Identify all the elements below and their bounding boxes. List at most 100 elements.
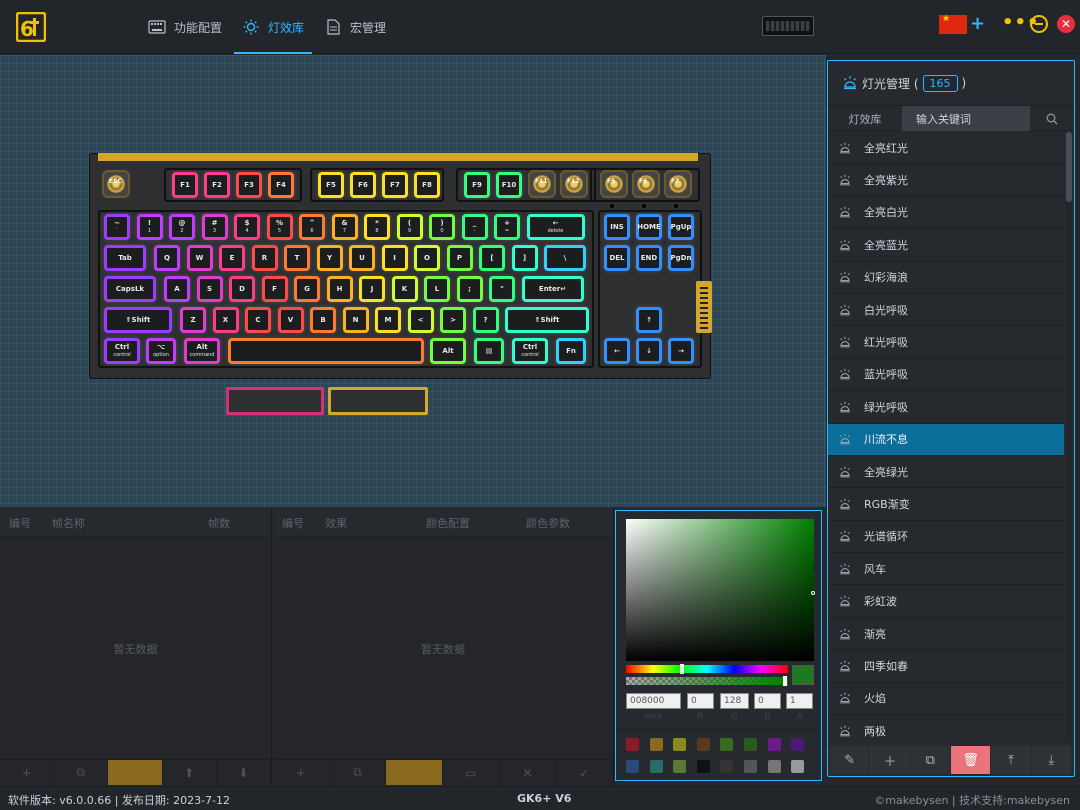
keyboard-key[interactable]: F2 [204,172,230,198]
color-swatch[interactable] [696,738,710,751]
color-swatch[interactable] [720,760,734,773]
close-icon[interactable]: ✕ [1057,15,1075,33]
keyboard-key[interactable]: K [391,276,418,302]
keyboard-key[interactable]: G [294,276,320,302]
hue-slider[interactable] [626,665,788,673]
clear-effect-step-button[interactable]: ✕ [500,760,557,785]
keyboard-key[interactable]: _ - [461,214,488,240]
copy-effect-button[interactable]: ⧉ [910,746,950,774]
download-effect-button[interactable]: ⤓ [1031,746,1071,774]
keyboard-key[interactable]: Q [154,245,180,271]
color-swatch[interactable] [696,760,710,773]
keyboard-key[interactable]: HOME [636,214,662,240]
effect-list-item[interactable]: 四季如春 [828,650,1064,683]
keyboard-key[interactable]: C [245,307,271,333]
keyboard-key[interactable]: ← delete [526,214,585,240]
keyboard-key[interactable]: F5 [318,172,344,198]
keyboard-key[interactable]: ↑ [636,307,662,333]
keyboard-key[interactable]: R [251,245,278,271]
color-swatch[interactable] [791,760,805,773]
keyboard-key[interactable]: Alt [430,338,466,364]
effect-list-item[interactable]: 白光呼吸 [828,294,1064,327]
effect-list-item[interactable]: 渐亮 [828,618,1064,651]
effect-list-item[interactable]: 绿光呼吸 [828,391,1064,424]
keyboard-key[interactable]: ← [604,338,630,364]
keyboard-key[interactable]: Ctrl control [104,338,140,364]
saturation-value-area[interactable] [626,519,814,661]
color-swatch[interactable] [744,738,757,751]
keyboard-key[interactable]: ; [456,276,483,302]
color-swatch[interactable] [744,760,757,773]
extra-key-2[interactable] [328,387,428,415]
keyboard-key[interactable]: END [636,245,662,271]
color-swatch[interactable] [626,760,639,773]
effect-list-item[interactable]: 风车 [828,553,1064,586]
extra-key-1[interactable] [226,387,324,415]
keyboard-key[interactable]: U [349,245,375,271]
keyboard-key[interactable]: > [440,307,466,333]
tab-effect-library[interactable]: 灯效库 [828,106,902,131]
preview-effect-step-button[interactable]: ▭ [443,760,500,785]
effect-list-item[interactable]: 幻彩海浪 [828,262,1064,294]
keyboard-key[interactable]: A [164,276,190,302]
green-input[interactable]: 128 [720,693,749,709]
keyboard-key[interactable]: F7 [382,172,408,198]
move-frame-up-button[interactable]: ⬆ [163,760,217,785]
add-effect-button[interactable]: ＋ [870,746,910,774]
effect-list-item[interactable]: 光谱循环 [828,521,1064,554]
keyboard-key[interactable]: ⇑Shift [505,307,589,333]
upload-effect-button[interactable]: ⤒ [991,746,1031,774]
keyboard-key[interactable]: ^ 6 [299,214,325,240]
effect-search-input[interactable]: 输入关键词 [902,106,1030,131]
move-frame-down-button[interactable]: ⬇ [217,760,272,785]
keyboard-key[interactable]: Alt command [184,338,220,364]
hex-input[interactable]: 008000 [626,693,681,709]
keyboard-key[interactable]: CapsLk [104,276,156,302]
keyboard-key[interactable]: F1 [172,172,198,198]
effect-list-item[interactable]: 两极 [828,715,1064,742]
keyboard-key[interactable]: ⌥ option [146,338,176,364]
tab-macro-manage[interactable]: 宏管理 [316,0,394,54]
keyboard-key[interactable]: PgUp [668,214,694,240]
effect-list-item[interactable]: 全亮红光 [828,132,1064,165]
keyboard-key[interactable]: Z [180,307,206,333]
keyboard-key[interactable]: #3 [201,214,228,240]
keyboard-key[interactable]: N [342,307,369,333]
color-swatch[interactable] [767,760,781,773]
keyboard-key[interactable]: X [212,307,239,333]
device-keyboard-icon[interactable] [762,16,814,36]
color-swatch[interactable] [649,738,663,751]
keyboard-key[interactable]: P [446,245,473,271]
effect-list-item[interactable]: 全亮白光 [828,197,1064,230]
keyboard-key[interactable]: [ [479,245,505,271]
keyboard-key[interactable]: Enter↵ [521,276,584,302]
keyboard-key[interactable]: F8 [414,172,440,198]
keyboard-key[interactable]: F9 [464,172,490,198]
keyboard-key[interactable]: ▤ [474,338,504,364]
minimize-icon[interactable] [1030,15,1048,33]
keyboard-key[interactable]: ⇑Shift [104,307,172,333]
red-input[interactable]: 0 [687,693,714,709]
keyboard-key[interactable]: → [668,338,694,364]
keyboard-key[interactable]: & 7 [331,214,358,240]
color-swatch[interactable] [649,760,663,773]
keyboard-key[interactable]: M [375,307,401,333]
color-swatch[interactable] [673,760,687,773]
keyboard-key[interactable]: Tab [104,245,146,271]
copy-frame-button[interactable]: ⧉ [54,760,109,785]
add-device-icon[interactable]: + [970,13,985,34]
effect-list-scrollbar[interactable] [1066,132,1072,742]
keyboard-key[interactable]: (9 [396,214,423,240]
effect-list-item[interactable]: 彩虹波 [828,585,1064,618]
keyboard-key[interactable]: ) 0 [429,214,455,240]
tab-function-config[interactable]: 功能配置 [140,0,230,54]
effect-list-item[interactable]: 红光呼吸 [828,326,1064,359]
effect-list-item[interactable]: 全亮蓝光 [828,229,1064,262]
keyboard-key[interactable]: F10 [496,172,522,198]
search-icon[interactable] [1030,106,1074,131]
delete-effect-button[interactable]: 🗑 [950,746,991,774]
color-swatch[interactable] [626,738,639,751]
delete-frame-button[interactable] [108,760,163,785]
alpha-handle[interactable] [783,676,787,686]
sv-handle[interactable] [811,591,815,595]
